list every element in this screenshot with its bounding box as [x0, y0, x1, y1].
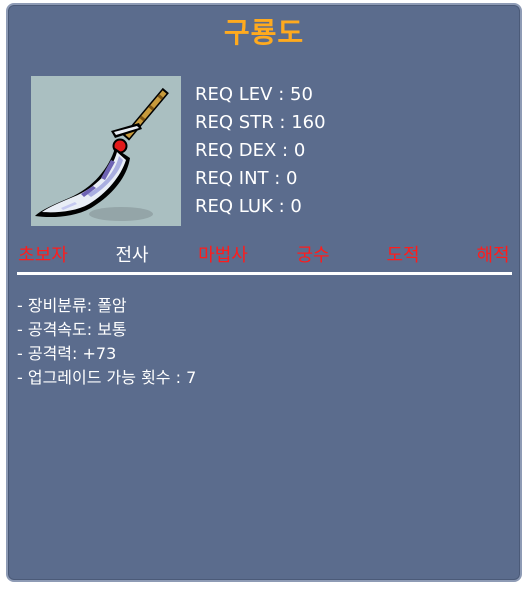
job-thief: 도적: [386, 245, 420, 266]
detail-upgrade-slots: - 업그레이드 가능 횟수 : 7: [17, 368, 197, 387]
req-luk: REQ LUK : 0: [195, 196, 302, 217]
polearm-blade-icon: [35, 87, 169, 221]
divider: [17, 272, 512, 275]
job-pirate: 해적: [476, 245, 510, 266]
job-bowman: 궁수: [296, 245, 330, 266]
item-tooltip: 구룡도 REQ LEV: 50 REQ STR: 160 REQ DEX:…: [6, 3, 522, 582]
req-level: REQ LEV : 50: [195, 84, 313, 105]
detail-attack-speed: - 공격속도: 보통: [17, 320, 127, 339]
job-beginner: 초보자: [18, 245, 68, 266]
detail-category: - 장비분류: 폴암: [17, 296, 127, 315]
req-int: REQ INT : 0: [195, 168, 298, 189]
req-str: REQ STR : 160: [195, 112, 326, 133]
requirements-list: REQ LEV : 50 REQ STR : 160 REQ DEX : 0 R…: [195, 81, 326, 221]
item-icon-box: [31, 76, 181, 226]
detail-attack: - 공격력: +73: [17, 344, 117, 363]
req-dex: REQ DEX : 0: [195, 140, 306, 161]
job-magician: 마법사: [198, 245, 248, 266]
item-details: - 장비분류: 폴암 - 공격속도: 보통 - 공격력: +73 - 업그레이드…: [17, 294, 196, 390]
job-restrictions: 초보자 전사 마법사 궁수 도적 해적: [8, 241, 524, 267]
item-name: 구룡도: [223, 16, 305, 49]
job-warrior: 전사: [115, 245, 149, 266]
